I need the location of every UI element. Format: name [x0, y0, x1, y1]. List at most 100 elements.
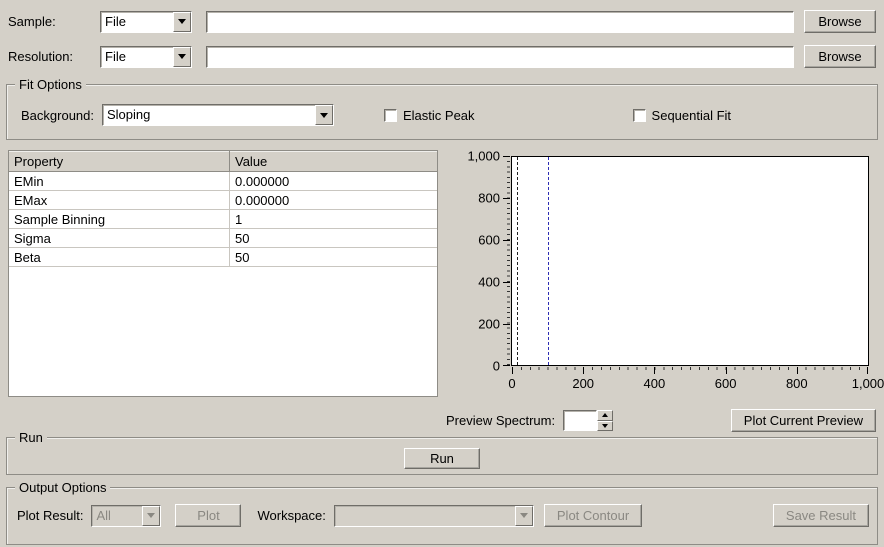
preview-spectrum-spinner[interactable]: [563, 410, 613, 431]
table-row[interactable]: EMin 0.000000: [9, 172, 437, 191]
output-options-group: Output Options Plot Result: All Plot Wor…: [6, 487, 878, 545]
x-tick-label: 0: [508, 376, 515, 391]
elastic-peak-checkbox-group[interactable]: Elastic Peak: [384, 108, 475, 123]
run-group-title: Run: [15, 430, 47, 445]
chevron-down-icon: [320, 113, 328, 118]
fit-options-group: Fit Options Background: Sloping Elastic …: [6, 84, 878, 140]
plot-result-combo[interactable]: All: [91, 505, 161, 527]
x-major-tick: [654, 367, 655, 374]
x-minor-ticks: [512, 367, 868, 370]
y-minor-ticks: [507, 156, 510, 366]
plot-result-label: Plot Result:: [17, 508, 83, 523]
resolution-browse-button[interactable]: Browse: [804, 45, 876, 68]
y-tick-label: 800: [478, 191, 500, 206]
value-cell[interactable]: 50: [230, 229, 437, 247]
y-tick-label: 600: [478, 233, 500, 248]
property-cell: EMin: [9, 172, 230, 190]
sample-type-value: File: [101, 12, 173, 32]
resolution-row: Resolution: File Browse: [8, 45, 876, 68]
elastic-peak-checkbox[interactable]: [384, 109, 397, 122]
table-row[interactable]: Sigma 50: [9, 229, 437, 248]
x-major-tick: [726, 367, 727, 374]
x-major-tick: [512, 367, 513, 374]
run-group: Run Run: [6, 437, 878, 475]
chevron-down-icon: [520, 513, 528, 518]
y-axis-ticks: [503, 156, 510, 366]
y-major-tick: [503, 198, 510, 199]
resolution-label: Resolution:: [8, 49, 94, 64]
sample-label: Sample:: [8, 14, 94, 29]
table-row[interactable]: Sample Binning 1: [9, 210, 437, 229]
property-cell: Sigma: [9, 229, 230, 247]
y-tick-label: 0: [493, 359, 500, 374]
workspace-combo[interactable]: [334, 505, 534, 527]
sequential-fit-checkbox-group[interactable]: Sequential Fit: [633, 108, 732, 123]
chevron-down-icon: [147, 513, 155, 518]
run-button[interactable]: Run: [404, 448, 480, 469]
fit-options-row: Background: Sloping Elastic Peak Sequent…: [7, 85, 877, 139]
y-major-tick: [503, 156, 510, 157]
background-label: Background:: [21, 108, 94, 123]
spinner-buttons: [597, 410, 613, 431]
preview-spectrum-input[interactable]: [563, 410, 597, 431]
sequential-fit-checkbox[interactable]: [633, 109, 646, 122]
resolution-type-dropdown-button[interactable]: [173, 47, 191, 67]
table-row[interactable]: Beta 50: [9, 248, 437, 267]
column-header-value[interactable]: Value: [230, 151, 437, 172]
chevron-down-icon: [178, 19, 186, 24]
sample-type-combo[interactable]: File: [100, 11, 192, 33]
column-header-property[interactable]: Property: [9, 151, 230, 172]
spin-up-button[interactable]: [597, 410, 613, 421]
y-axis-labels: 1,000 800 600 400 200 0: [446, 156, 500, 366]
value-cell[interactable]: 0.000000: [230, 191, 437, 209]
elastic-peak-label: Elastic Peak: [403, 108, 475, 123]
property-cell: Sample Binning: [9, 210, 230, 228]
property-cell: Beta: [9, 248, 230, 266]
x-axis-labels: 0 200 400 600 800 1,000: [512, 376, 868, 392]
workspace-label: Workspace:: [257, 508, 325, 523]
x-axis-ticks: [512, 367, 868, 374]
plot-current-preview-button[interactable]: Plot Current Preview: [731, 409, 876, 432]
output-options-title: Output Options: [15, 480, 110, 495]
sample-browse-button[interactable]: Browse: [804, 10, 876, 33]
x-tick-label: 400: [644, 376, 666, 391]
preview-spectrum-row: Preview Spectrum: Plot Current Preview: [446, 409, 876, 432]
plot-button[interactable]: Plot: [175, 504, 241, 527]
x-major-tick: [583, 367, 584, 374]
plot-result-dropdown-button[interactable]: [142, 506, 160, 526]
plot-contour-button[interactable]: Plot Contour: [544, 504, 642, 527]
value-cell[interactable]: 1: [230, 210, 437, 228]
spin-down-button[interactable]: [597, 421, 613, 432]
y-major-tick: [503, 240, 510, 241]
spin-up-icon: [602, 413, 608, 417]
y-major-tick: [503, 282, 510, 283]
value-cell[interactable]: 50: [230, 248, 437, 266]
chevron-down-icon: [178, 54, 186, 59]
convfit-panel: Sample: File Browse Resolution: File Bro…: [0, 0, 884, 547]
sample-type-dropdown-button[interactable]: [173, 12, 191, 32]
property-table-header: Property Value: [9, 151, 437, 172]
resolution-path-input[interactable]: [206, 46, 794, 68]
sample-row: Sample: File Browse: [8, 10, 876, 33]
workspace-dropdown-button[interactable]: [515, 506, 533, 526]
x-tick-label: 1,000: [852, 376, 884, 391]
background-combo[interactable]: Sloping: [102, 104, 334, 126]
y-tick-label: 400: [478, 275, 500, 290]
output-options-row: Plot Result: All Plot Workspace: Plot Co…: [7, 488, 877, 527]
sample-path-input[interactable]: [206, 11, 794, 33]
workspace-value: [335, 506, 515, 526]
range-selector-max-line[interactable]: [548, 157, 549, 365]
preview-column: 1,000 800 600 400 200 0: [446, 150, 876, 432]
property-table: Property Value EMin 0.000000 EMax 0.0000…: [8, 150, 438, 397]
x-tick-label: 800: [786, 376, 808, 391]
background-dropdown-button[interactable]: [315, 105, 333, 125]
range-selector-min-line[interactable]: [517, 157, 518, 365]
x-tick-label: 600: [715, 376, 737, 391]
resolution-type-combo[interactable]: File: [100, 46, 192, 68]
save-result-button[interactable]: Save Result: [773, 504, 869, 527]
property-cell: EMax: [9, 191, 230, 209]
table-row[interactable]: EMax 0.000000: [9, 191, 437, 210]
main-area: Property Value EMin 0.000000 EMax 0.0000…: [8, 150, 876, 431]
preview-plot: [511, 156, 869, 366]
value-cell[interactable]: 0.000000: [230, 172, 437, 190]
